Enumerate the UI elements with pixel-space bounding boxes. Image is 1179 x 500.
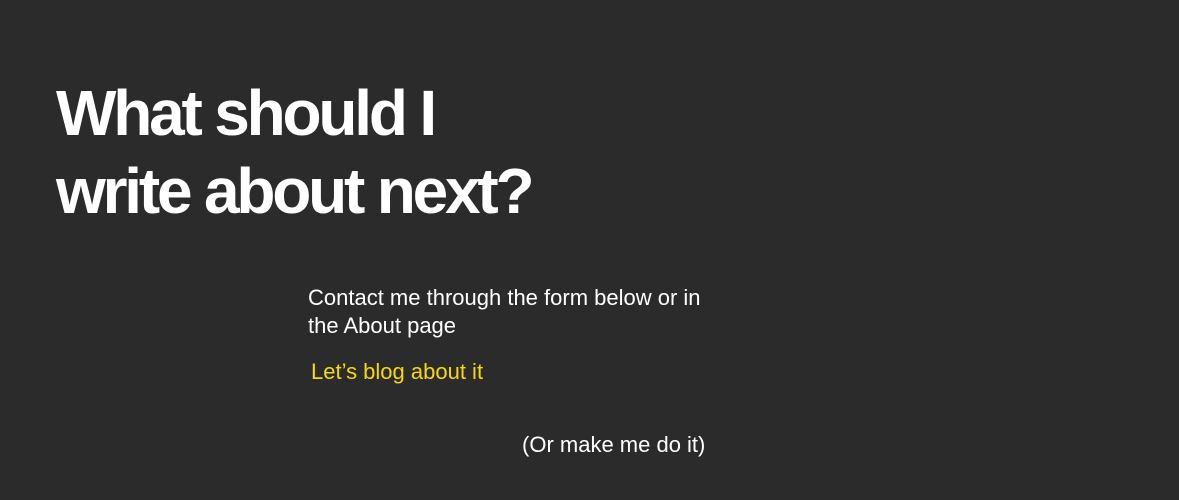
page-title: What should I write about next? [56, 74, 616, 230]
contact-section: What should I write about next? Contact … [0, 0, 1179, 500]
contact-description-line-1: Contact me through the form below or in [308, 285, 701, 310]
blog-about-it-link[interactable]: Let’s blog about it [311, 358, 483, 386]
make-me-do-it-link[interactable]: (Or make me do it) [522, 431, 705, 459]
page-title-line-2: write about next? [56, 155, 535, 227]
page-title-line-1: What should I [56, 77, 437, 149]
contact-description: Contact me through the form below or in … [308, 284, 808, 340]
contact-description-line-2: the About page [308, 313, 457, 338]
